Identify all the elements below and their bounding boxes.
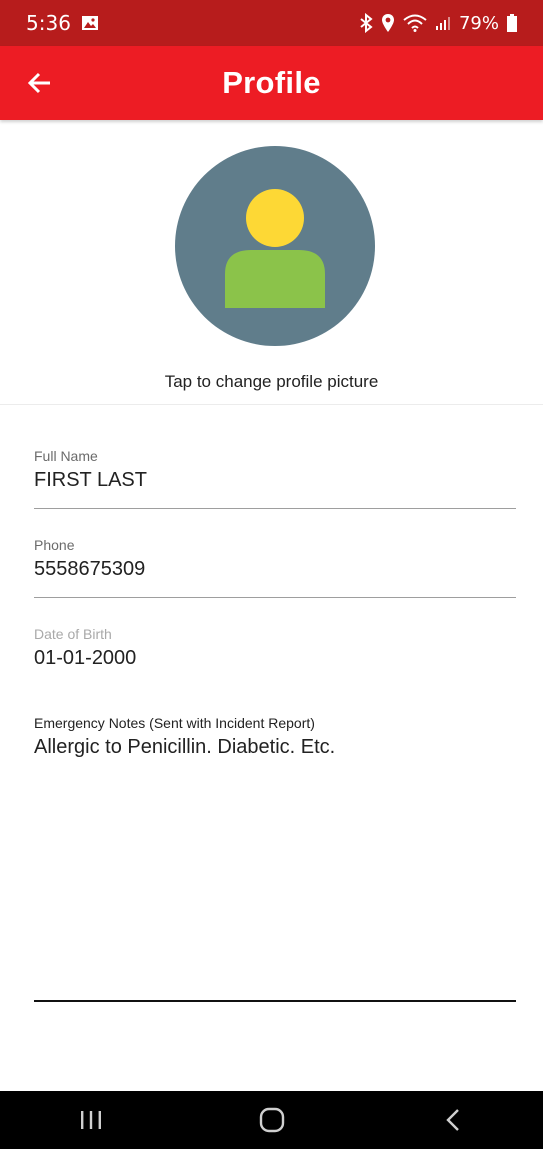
dob-value[interactable]: 01-01-2000 [34,647,516,670]
full-name-underline [34,508,516,509]
wifi-icon [403,14,427,32]
phone-value[interactable]: 5558675309 [34,558,516,581]
status-left: 5:36 [26,11,99,35]
phone-field[interactable]: Phone 5558675309 [34,537,516,599]
page-title: Profile [222,65,321,100]
status-time: 5:36 [26,11,71,35]
nav-back-button[interactable] [423,1100,483,1140]
avatar-placeholder-icon [175,146,375,346]
arrow-back-icon [27,72,50,94]
battery-icon [507,14,517,32]
full-name-value[interactable]: FIRST LAST [34,469,516,492]
system-nav-bar [0,1091,543,1149]
recents-icon [80,1111,101,1129]
location-pin-icon [381,13,395,33]
home-button[interactable] [242,1100,302,1140]
status-bar: 5:36 79% [0,0,543,46]
avatar-caption[interactable]: Tap to change profile picture [0,372,543,392]
nav-back-icon [445,1109,459,1131]
status-right: 79% [359,13,517,34]
section-divider [0,404,543,405]
full-name-field[interactable]: Full Name FIRST LAST [34,448,516,510]
phone-underline [34,597,516,598]
emergency-notes-field[interactable]: Emergency Notes (Sent with Incident Repo… [34,715,516,1005]
dob-field[interactable]: Date of Birth 01-01-2000 [34,626,516,676]
signal-icon [435,15,451,31]
recents-button[interactable] [61,1100,121,1140]
dob-label: Date of Birth [34,626,112,642]
full-name-label: Full Name [34,448,98,464]
emergency-notes-label: Emergency Notes (Sent with Incident Repo… [34,715,315,731]
profile-avatar[interactable] [175,146,375,346]
battery-percent: 79% [458,12,499,34]
emergency-notes-value[interactable]: Allergic to Penicillin. Diabetic. Etc. [34,736,516,759]
home-icon [259,1107,284,1133]
image-icon [81,15,99,31]
app-bar: Profile [0,46,543,120]
back-button[interactable] [22,65,58,101]
emergency-notes-underline [34,1000,516,1002]
bluetooth-icon [359,13,373,33]
phone-label: Phone [34,537,75,553]
